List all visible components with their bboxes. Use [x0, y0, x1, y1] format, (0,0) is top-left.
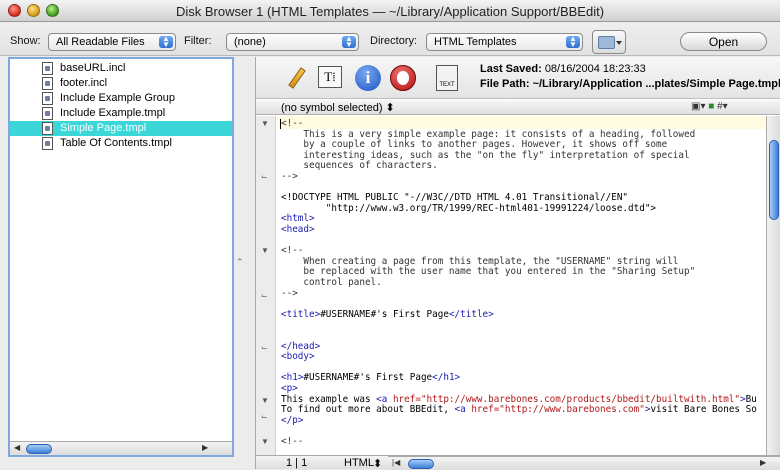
- line-column-indicator[interactable]: 1 | 1: [286, 457, 307, 469]
- line-number-icon[interactable]: #▾: [717, 101, 728, 112]
- editor-header: T⁞ i TEXT Last Saved: 08/16/2004 18:23:3…: [256, 57, 780, 99]
- editor-horizontal-scrollbar[interactable]: |◀ ▶: [388, 456, 780, 470]
- open-button[interactable]: Open: [680, 32, 767, 51]
- file-list-horizontal-scrollbar[interactable]: ◀ ▶: [10, 441, 232, 455]
- code-line: sequences of characters.: [281, 160, 438, 172]
- document-icon: [42, 62, 53, 75]
- navbar-icons: ▣▾ ■ #▾: [691, 101, 728, 112]
- pencil-icon[interactable]: [284, 65, 310, 91]
- file-name: footer.incl: [60, 77, 108, 89]
- popup-arrows-icon: ▲ ▼: [342, 35, 356, 49]
- chevron-down-icon: [616, 41, 622, 45]
- fold-triangle-icon[interactable]: ▼: [261, 437, 269, 446]
- code-line: To find out more about BBEdit, <a href="…: [281, 404, 757, 416]
- text-document-icon-label: TEXT: [439, 82, 455, 88]
- directory-label: Directory:: [370, 35, 418, 47]
- scroll-right-icon[interactable]: ▶: [202, 443, 208, 452]
- fold-triangle-icon[interactable]: ▼: [261, 246, 269, 255]
- file-name: Table Of Contents.tmpl: [60, 137, 172, 149]
- language-popup-arrows-icon[interactable]: ⬍: [373, 457, 382, 470]
- file-name: baseURL.incl: [60, 62, 126, 74]
- text-document-icon[interactable]: TEXT: [436, 65, 458, 91]
- document-icon: [42, 107, 53, 120]
- file-name: Include Example Group: [60, 92, 175, 104]
- text-caret: [280, 119, 281, 129]
- code-line: <p>: [281, 383, 298, 394]
- document-icon: [42, 77, 53, 90]
- scroll-thumb[interactable]: [408, 459, 434, 469]
- info-icon[interactable]: i: [355, 65, 381, 91]
- editor-status-bar: 1 | 1 HTML ⬍ |◀ ▶: [256, 455, 780, 470]
- browser-toolbar: Show: All Readable Files ▲ ▼ Filter: (non…: [0, 23, 780, 56]
- file-list-item[interactable]: Include Example.tmpl: [10, 106, 232, 121]
- file-list-item-selected[interactable]: Simple Page.tmpl: [10, 121, 232, 136]
- fold-end-icon[interactable]: ⌙: [261, 291, 268, 300]
- scroll-left-icon[interactable]: |◀: [392, 458, 400, 467]
- fold-end-icon[interactable]: ⌙: [261, 172, 268, 181]
- file-name: Include Example.tmpl: [60, 107, 166, 119]
- pane-divider-handle[interactable]: ⌃: [236, 257, 244, 268]
- last-saved: Last Saved: 08/16/2004 18:23:33: [480, 63, 646, 75]
- group-document-icon: [42, 92, 53, 105]
- file-list-item[interactable]: footer.incl: [10, 76, 232, 91]
- title-bar[interactable]: Disk Browser 1 (HTML Templates — ~/Libra…: [0, 0, 780, 22]
- code-line: <body>: [281, 351, 315, 363]
- scroll-left-icon[interactable]: ◀: [14, 443, 20, 452]
- folder-menu-button[interactable]: [592, 30, 626, 54]
- code-line: </p>: [281, 414, 304, 426]
- filter-popup-value: (none): [234, 36, 266, 48]
- last-saved-value: 08/16/2004 18:23:33: [544, 63, 646, 75]
- navigation-bar: (no symbol selected) ⬍ ▣▾ ■ #▾: [256, 100, 780, 115]
- show-popup-value: All Readable Files: [56, 36, 145, 48]
- filter-popup[interactable]: (none) ▲ ▼: [226, 33, 359, 51]
- code-line: -->: [281, 171, 298, 182]
- show-label: Show:: [10, 35, 41, 47]
- fold-end-icon[interactable]: ⌙: [261, 412, 268, 421]
- scroll-thumb[interactable]: [26, 444, 52, 454]
- file-path: File Path: ~/Library/Application ...plat…: [480, 78, 780, 90]
- preview-icon[interactable]: [390, 65, 416, 91]
- symbol-popup-value: (no symbol selected): [281, 102, 383, 114]
- fold-gutter[interactable]: ▼ ⌙ ▼ ⌙ ⌙ ▼ ⌙ ▼: [256, 116, 276, 455]
- code-line: <head>: [281, 224, 315, 235]
- show-popup[interactable]: All Readable Files ▲ ▼: [48, 33, 176, 51]
- disk-browser-window: Disk Browser 1 (HTML Templates — ~/Libra…: [0, 0, 780, 470]
- filter-label: Filter:: [184, 35, 212, 47]
- editor-pane: T⁞ i TEXT Last Saved: 08/16/2004 18:23:3…: [255, 57, 780, 470]
- code-text-view[interactable]: <!-- This is a very simple example page:…: [278, 116, 766, 455]
- code-line: -->: [281, 287, 298, 299]
- file-list[interactable]: baseURL.incl footer.incl Include Example…: [8, 57, 234, 457]
- text-options-icon[interactable]: T⁞: [318, 66, 342, 88]
- directory-popup[interactable]: HTML Templates ▲ ▼: [426, 33, 583, 51]
- file-path-label: File Path:: [480, 78, 530, 90]
- fold-end-icon[interactable]: ⌙: [261, 343, 268, 352]
- code-line: "http://www.w3.org/TR/1999/REC-html401-1…: [281, 202, 657, 214]
- folder-icon: [598, 36, 615, 49]
- document-icon: [42, 122, 53, 135]
- document-icon: [42, 137, 53, 150]
- fold-triangle-icon[interactable]: ▼: [261, 119, 269, 128]
- code-line: <!--: [281, 436, 304, 447]
- popup-arrows-icon: ▲ ▼: [159, 35, 173, 49]
- code-line: <title>#USERNAME#'s First Page</title>: [281, 308, 494, 320]
- editor-vertical-scrollbar[interactable]: [766, 116, 780, 455]
- last-saved-label: Last Saved:: [480, 63, 542, 75]
- fold-triangle-icon[interactable]: ▼: [261, 396, 269, 405]
- scroll-thumb[interactable]: [769, 140, 779, 220]
- document-menu-icon[interactable]: ▣▾: [691, 101, 705, 112]
- file-name: Simple Page.tmpl: [60, 122, 147, 134]
- code-line: <h1>#USERNAME#'s First Page</h1>: [281, 372, 461, 384]
- file-path-value: ~/Library/Application ...plates/Simple P…: [532, 78, 780, 90]
- directory-popup-value: HTML Templates: [434, 36, 517, 48]
- file-list-item[interactable]: baseURL.incl: [10, 61, 232, 76]
- scroll-right-icon[interactable]: ▶: [760, 458, 766, 467]
- window-title: Disk Browser 1 (HTML Templates — ~/Libra…: [175, 4, 605, 19]
- counterpart-icon[interactable]: ■: [708, 101, 714, 112]
- popup-arrows-icon: ▲ ▼: [566, 35, 580, 49]
- file-list-item[interactable]: Table Of Contents.tmpl: [10, 136, 232, 151]
- symbol-popup[interactable]: (no symbol selected) ⬍: [281, 101, 395, 114]
- file-list-item[interactable]: Include Example Group: [10, 91, 232, 106]
- language-popup[interactable]: HTML: [344, 457, 374, 469]
